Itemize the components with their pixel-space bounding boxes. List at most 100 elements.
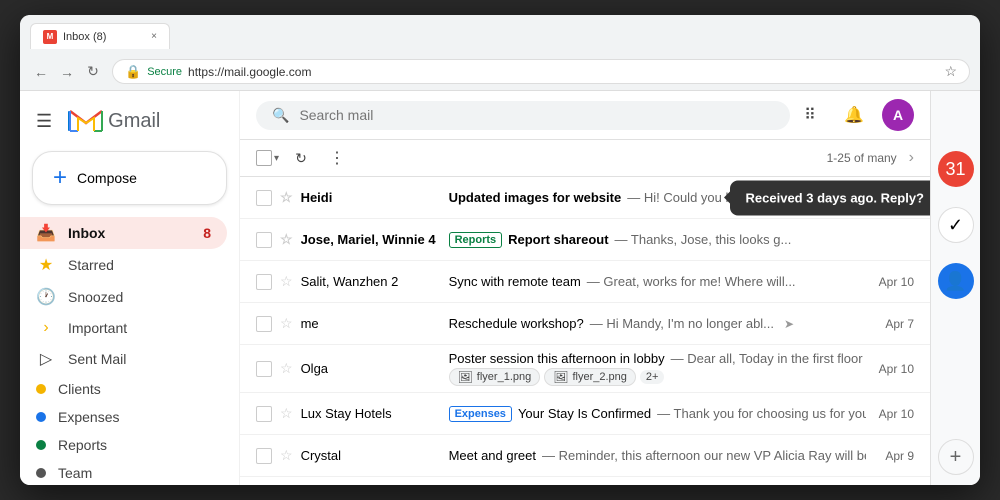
secure-badge: Secure	[147, 66, 182, 78]
email-sender: Olga	[301, 361, 441, 376]
gmail-logo-icon	[68, 107, 104, 135]
sidebar-item-reports[interactable]: Reports	[20, 431, 227, 459]
email-row[interactable]: ☆ Salit, Wanzhen 2 Sync with remote team…	[240, 261, 930, 303]
email-list-toolbar: ▾ ↻ ⋮ 1-25 of many ›	[240, 140, 930, 177]
sent-nav-icon: ▷	[36, 349, 56, 369]
sidebar-nav: 📥Inbox8★Starred🕐Snoozed›Important ▷ Sent M…	[20, 217, 239, 485]
tab-close-btn[interactable]: ×	[151, 31, 157, 42]
compose-button[interactable]: + Compose	[32, 151, 227, 205]
email-checkbox[interactable]	[256, 274, 272, 290]
email-subject: Updated images for website	[449, 190, 622, 205]
email-snippet: — Dear all, Today in the first floor lob…	[671, 351, 866, 366]
email-date: Apr 9	[874, 449, 914, 463]
tab-title: Inbox (8)	[63, 31, 106, 43]
add-panel-button[interactable]: +	[938, 439, 974, 475]
browser-window: M Inbox (8) × ← → ↻ 🔒 Secure https://mai…	[20, 15, 980, 485]
email-sender: Salit, Wanzhen 2	[301, 274, 441, 289]
sidebar-item-snoozed[interactable]: 🕐Snoozed	[20, 281, 227, 313]
star-button[interactable]: ☆	[280, 360, 293, 377]
label-dot-icon	[36, 468, 46, 478]
hamburger-menu[interactable]: ☰	[36, 111, 52, 132]
sidebar-item-starred[interactable]: ★Starred	[20, 249, 227, 281]
star-button[interactable]: ☆	[280, 315, 293, 332]
star-button[interactable]: ☆	[280, 405, 293, 422]
nav-buttons: ← → ↻	[30, 61, 104, 83]
select-dropdown-icon[interactable]: ▾	[274, 153, 279, 164]
star-nav-icon: ★	[36, 255, 56, 275]
nav-item-label: Sent Mail	[68, 351, 211, 367]
important-nav-icon: ›	[36, 319, 56, 337]
notifications-icon[interactable]: 🔔	[838, 99, 870, 131]
email-checkbox[interactable]	[256, 316, 272, 332]
user-avatar[interactable]: A	[882, 99, 914, 131]
gmail-logo: Gmail	[68, 107, 160, 135]
refresh-button[interactable]: ↻	[287, 144, 315, 172]
email-row[interactable]: ☆ me Reschedule workshop? — Hi Mandy, I'…	[240, 303, 930, 345]
email-row[interactable]: ☆ Heidi Updated images for website — Hi!…	[240, 177, 930, 219]
address-bar[interactable]: 🔒 Secure https://mail.google.com ☆	[112, 59, 970, 84]
select-all-checkbox[interactable]	[256, 150, 272, 166]
email-snippet: — Hi Mandy, I'm no longer abl...	[590, 316, 774, 331]
email-checkbox[interactable]	[256, 448, 272, 464]
email-date: Apr 10	[874, 275, 914, 289]
attachment-chip: 🖼flyer_1.png	[449, 368, 541, 386]
label-dot-icon	[36, 412, 46, 422]
compose-plus-icon: +	[53, 164, 67, 192]
browser-tab-gmail[interactable]: M Inbox (8) ×	[30, 23, 170, 49]
email-sender: Lux Stay Hotels	[301, 406, 441, 421]
nav-item-label: Clients	[58, 381, 211, 397]
search-input[interactable]	[299, 107, 774, 123]
email-meta: Apr 10	[874, 407, 914, 421]
email-subject: Report shareout	[508, 232, 608, 247]
apps-icon[interactable]: ⠿	[794, 99, 826, 131]
forward-button[interactable]: →	[56, 61, 78, 83]
back-button[interactable]: ←	[30, 61, 52, 83]
email-tag-reports: Reports	[449, 232, 503, 248]
star-button[interactable]: ☆	[280, 189, 293, 206]
email-date: Apr 10	[874, 362, 914, 376]
email-subject: Meet and greet	[449, 448, 536, 463]
email-row[interactable]: ☆ Chi, me, Patrick 6 Clients Getting err…	[240, 477, 930, 485]
email-sender: Crystal	[301, 448, 441, 463]
nav-item-label: Expenses	[58, 409, 211, 425]
calendar-panel-icon[interactable]: 31	[938, 151, 974, 187]
email-list: ☆ Heidi Updated images for website — Hi!…	[240, 177, 930, 485]
star-button[interactable]: ☆	[280, 447, 293, 464]
more-options-button[interactable]: ⋮	[323, 144, 351, 172]
email-checkbox[interactable]	[256, 232, 272, 248]
email-row[interactable]: ☆ Lux Stay Hotels Expenses Your Stay Is …	[240, 393, 930, 435]
sidebar-item-expenses[interactable]: Expenses	[20, 403, 227, 431]
select-all-area[interactable]: ▾	[256, 150, 279, 166]
email-sender: Jose, Mariel, Winnie 4	[301, 232, 441, 247]
email-checkbox[interactable]	[256, 361, 272, 377]
email-checkbox[interactable]	[256, 190, 272, 206]
next-page-button[interactable]: ›	[909, 149, 914, 167]
bookmark-icon[interactable]: ☆	[944, 63, 957, 80]
email-body: Updated images for website — Hi! Could y…	[449, 190, 866, 205]
email-row[interactable]: ☆ Crystal Meet and greet — Reminder, thi…	[240, 435, 930, 477]
sidebar-item-important[interactable]: ›Important	[20, 313, 227, 343]
search-box[interactable]: 🔍	[256, 101, 790, 130]
email-checkbox[interactable]	[256, 406, 272, 422]
star-button[interactable]: ☆	[280, 273, 293, 290]
send-icon: ➤	[784, 317, 794, 331]
email-row[interactable]: ☆ Jose, Mariel, Winnie 4 Reports Report …	[240, 219, 930, 261]
sidebar-item-clients[interactable]: Clients	[20, 375, 227, 403]
email-body: Meet and greet — Reminder, this afternoo…	[449, 448, 866, 463]
email-subject: Poster session this afternoon in lobby	[449, 351, 665, 366]
email-body: Reschedule workshop? — Hi Mandy, I'm no …	[449, 316, 866, 331]
url-display: https://mail.google.com	[188, 65, 311, 79]
toolbar-right-icons: ⠿ 🔔 A	[794, 99, 914, 131]
sidebar: ☰ Gmail + Compo	[20, 91, 240, 485]
email-meta: Apr 10	[874, 275, 914, 289]
sidebar-item-sent-mail[interactable]: ▷ Sent Mail	[20, 343, 227, 375]
tasks-panel-icon[interactable]: ✓	[938, 207, 974, 243]
sidebar-item-inbox[interactable]: 📥Inbox8	[20, 217, 227, 249]
right-side-panel: 31 ✓ 👤 +	[930, 91, 980, 485]
main-content: 🔍 ⠿ 🔔 A ▾ ↻ ⋮ 1-25 of many ›	[240, 91, 930, 485]
contacts-panel-icon[interactable]: 👤	[938, 263, 974, 299]
star-button[interactable]: ☆	[280, 231, 293, 248]
sidebar-item-team[interactable]: Team	[20, 459, 227, 485]
email-row[interactable]: ☆ Olga Poster session this afternoon in …	[240, 345, 930, 393]
reload-button[interactable]: ↻	[82, 61, 104, 83]
